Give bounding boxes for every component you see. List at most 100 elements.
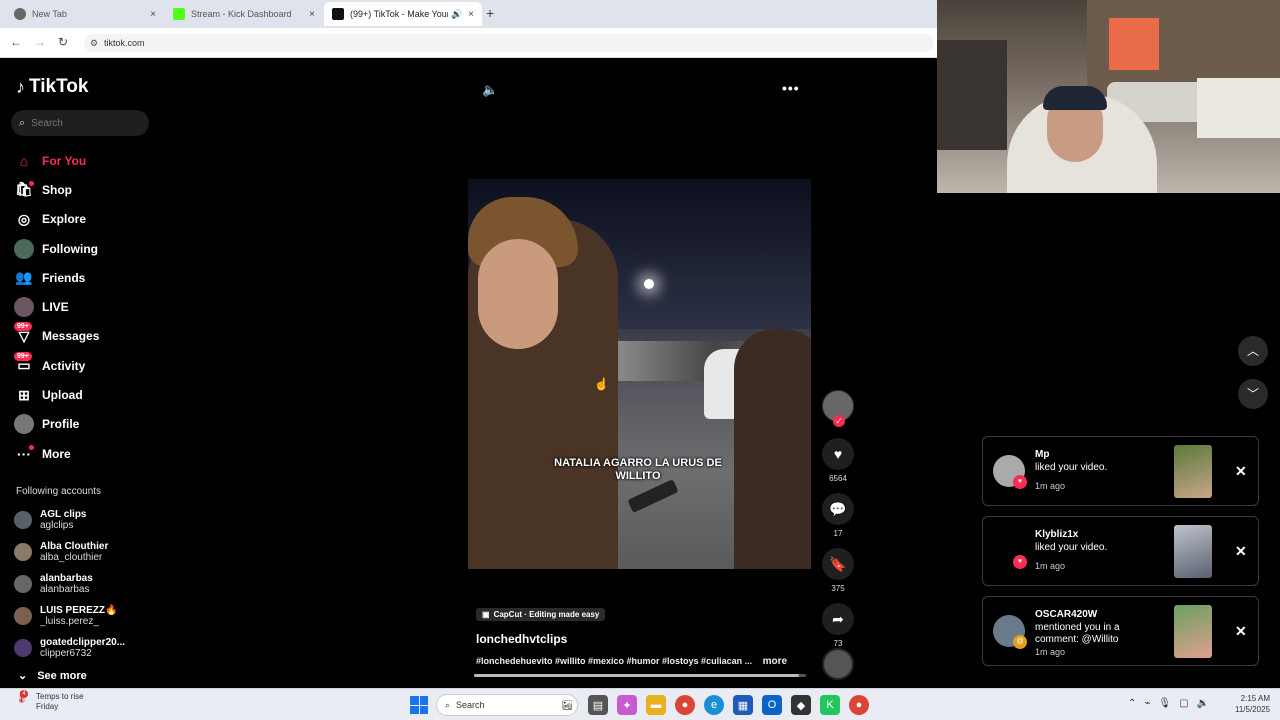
microphone-icon[interactable]: 🎙 bbox=[1158, 698, 1171, 709]
speaker-icon[interactable]: 🔊 bbox=[451, 9, 462, 20]
following-account[interactable]: Alba Clouthier alba_clouthier bbox=[14, 536, 125, 568]
video-author[interactable]: lonchedhvtclips bbox=[476, 632, 567, 646]
follow-check-icon[interactable]: ✓ bbox=[833, 415, 845, 427]
forward-icon[interactable]: → bbox=[34, 35, 46, 49]
notification-thumbnail[interactable] bbox=[1174, 605, 1212, 658]
tab-new-tab[interactable]: New Tab × bbox=[6, 2, 164, 26]
store-icon[interactable]: ▦ bbox=[733, 695, 753, 715]
account-handle: aglclips bbox=[40, 520, 74, 531]
following-account[interactable]: AGL clips aglclips bbox=[14, 504, 125, 536]
cam-person-cap bbox=[1043, 86, 1107, 110]
device-icon[interactable]: ▢ bbox=[1179, 698, 1188, 709]
avatar bbox=[14, 607, 32, 625]
video-progress-bar[interactable] bbox=[474, 674, 806, 677]
search-box[interactable]: ⌕ bbox=[11, 110, 149, 136]
more-link[interactable]: more bbox=[763, 656, 787, 667]
share-button[interactable]: ➦ bbox=[822, 603, 854, 635]
following-account[interactable]: goatedclipper20... clipper6732 bbox=[14, 632, 125, 664]
system-clock[interactable]: 2:15 AM 11/5/2025 bbox=[1226, 693, 1270, 715]
following-accounts-list: AGL clips aglclips Alba Clouthier alba_clo… bbox=[14, 504, 125, 664]
close-icon[interactable]: ✕ bbox=[1235, 463, 1247, 480]
app-icon[interactable]: ◆ bbox=[791, 695, 811, 715]
save-button[interactable]: 🔖 bbox=[822, 548, 854, 580]
notification-thumbnail[interactable] bbox=[1174, 525, 1212, 578]
heart-icon: ♥ bbox=[1013, 555, 1027, 569]
hashtags-text[interactable]: #lonchedehuevito #willito #mexico #humor… bbox=[476, 656, 752, 666]
cam-kitchen bbox=[937, 40, 1007, 150]
sidebar-item-explore[interactable]: ◎ Explore bbox=[14, 205, 154, 234]
like-button[interactable]: ♥ bbox=[822, 438, 854, 470]
close-icon[interactable]: × bbox=[150, 9, 156, 20]
sidebar-item-live[interactable]: LIVE bbox=[14, 292, 154, 321]
video-player[interactable]: NATALIA AGARRO LA URUS DE WILLITO ☝ bbox=[468, 179, 811, 569]
sidebar-item-label: Friends bbox=[42, 270, 86, 285]
sidebar-item-messages[interactable]: ▽ 99+ Messages bbox=[14, 322, 154, 351]
see-more-button[interactable]: ⌄ See more bbox=[18, 669, 87, 683]
friends-icon: 👥 bbox=[15, 269, 33, 286]
outlook-icon[interactable]: O bbox=[762, 695, 782, 715]
close-icon[interactable]: × bbox=[309, 9, 315, 20]
network-icon[interactable]: ⌁ bbox=[1144, 698, 1150, 709]
new-tab-button[interactable]: + bbox=[486, 5, 494, 21]
notification-card[interactable]: ♥ Klybliz1x liked your video. 1m ago ✕ bbox=[982, 516, 1259, 586]
back-icon[interactable]: ← bbox=[10, 35, 22, 49]
previous-video-button[interactable]: ︿ bbox=[1238, 336, 1268, 366]
notification-thumbnail[interactable] bbox=[1174, 445, 1212, 498]
url-field[interactable]: ⚙ tiktok.com bbox=[84, 34, 934, 52]
start-button[interactable] bbox=[410, 696, 428, 714]
copilot-icon[interactable]: ✦ bbox=[617, 695, 637, 715]
sidebar-item-label: Following bbox=[42, 241, 98, 256]
avatar bbox=[14, 543, 32, 561]
heart-icon: ♥ bbox=[833, 446, 843, 462]
chrome-icon[interactable]: ● bbox=[675, 695, 695, 715]
volume-icon[interactable]: 🔈 bbox=[482, 82, 498, 98]
sidebar-item-for-you[interactable]: ⌂ For You bbox=[14, 146, 154, 175]
chevron-up-icon[interactable]: ⌃ bbox=[1128, 698, 1136, 709]
file-explorer-icon[interactable]: ▬ bbox=[646, 695, 666, 715]
taskbar-search[interactable]: ⌕ Search 🏜 bbox=[436, 694, 578, 716]
following-account[interactable]: alanbarbas alanbarbas bbox=[14, 568, 125, 600]
taskbar-apps: ▤ ✦ ▬ ● e ▦ O ◆ K ● bbox=[588, 695, 869, 715]
chrome-icon[interactable]: ● bbox=[849, 695, 869, 715]
task-view-icon[interactable]: ▤ bbox=[588, 695, 608, 715]
edge-icon[interactable]: e bbox=[704, 695, 724, 715]
sidebar-item-shop[interactable]: 🛍 Shop bbox=[14, 175, 154, 204]
share-icon: ➦ bbox=[832, 610, 844, 627]
music-disc[interactable] bbox=[822, 648, 854, 680]
sidebar-item-label: Explore bbox=[42, 212, 87, 227]
creator-avatar[interactable]: ✓ bbox=[822, 390, 854, 427]
comment-button[interactable]: 💬 bbox=[822, 493, 854, 525]
sidebar-item-activity[interactable]: ▭ 99+ Activity bbox=[14, 351, 154, 380]
close-icon[interactable]: ✕ bbox=[1235, 543, 1247, 560]
profile-avatar bbox=[14, 414, 34, 435]
site-info-icon[interactable]: ⚙ bbox=[90, 34, 98, 52]
sidebar-item-profile[interactable]: Profile bbox=[14, 410, 154, 439]
notification-message: liked your video. bbox=[1035, 542, 1108, 553]
kick-icon[interactable]: K bbox=[820, 695, 840, 715]
capcut-badge[interactable]: ▣ CapCut · Editing made easy bbox=[476, 608, 606, 621]
notification-card[interactable]: ♥ Mp liked your video. 1m ago ✕ bbox=[982, 436, 1259, 506]
tiktok-logo[interactable]: ♪ TikTok bbox=[16, 76, 88, 98]
weather-badge: 4 bbox=[20, 690, 28, 698]
sidebar-item-following[interactable]: Following bbox=[14, 234, 154, 263]
weather-widget[interactable]: 🌡4 Temps to riseFriday bbox=[14, 690, 84, 712]
sidebar-item-upload[interactable]: ⊞ Upload bbox=[14, 380, 154, 409]
next-video-button[interactable]: ﹀ bbox=[1238, 379, 1268, 409]
more-options-icon[interactable]: ••• bbox=[782, 80, 800, 96]
following-account[interactable]: LUIS PEREZZ🔥 _luiss.perez_ bbox=[14, 600, 125, 632]
close-icon[interactable]: × bbox=[468, 9, 474, 20]
sidebar-item-friends[interactable]: 👥 Friends bbox=[14, 263, 154, 292]
capcut-label: CapCut · Editing made easy bbox=[493, 610, 600, 619]
notification-card[interactable]: @ OSCAR420W mentioned you in a comment: … bbox=[982, 596, 1259, 666]
close-icon[interactable]: ✕ bbox=[1235, 623, 1247, 640]
live-avatar bbox=[14, 297, 34, 318]
sidebar-item-label: Upload bbox=[42, 388, 83, 403]
speaker-icon[interactable]: 🔉 bbox=[1197, 698, 1209, 709]
cam-bed bbox=[1197, 78, 1280, 138]
sidebar-item-more[interactable]: ··· More bbox=[14, 439, 154, 468]
tab-tiktok[interactable]: (99+) TikTok - Make Your Da 🔊 × bbox=[324, 2, 482, 26]
search-input[interactable] bbox=[31, 117, 132, 129]
sidebar-item-label: Profile bbox=[42, 417, 80, 432]
reload-icon[interactable]: ↻ bbox=[58, 35, 68, 49]
tab-kick-dashboard[interactable]: Stream - Kick Dashboard × bbox=[165, 2, 323, 26]
